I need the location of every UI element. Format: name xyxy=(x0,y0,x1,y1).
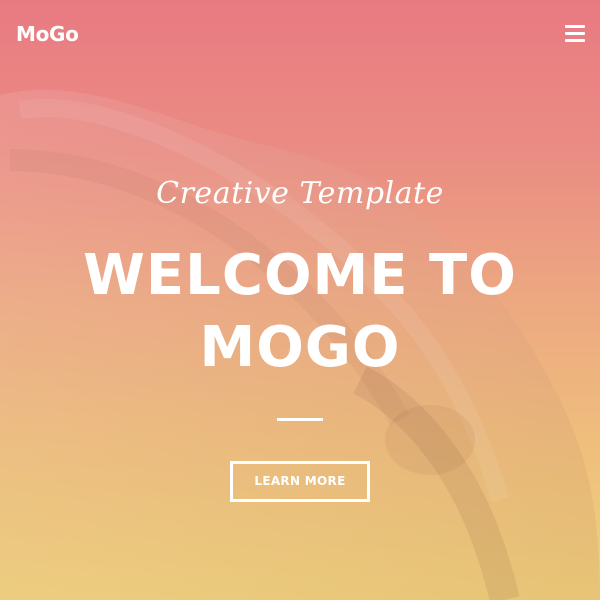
site-logo[interactable]: MoGo xyxy=(16,22,79,46)
menu-bar xyxy=(565,39,585,42)
hero-title-line2: MOGO xyxy=(199,315,401,380)
hamburger-menu-icon[interactable] xyxy=(565,25,585,43)
menu-bar xyxy=(565,25,585,28)
hero-section: MoGo Creative Template WELCOME TO MOGO L… xyxy=(0,0,600,600)
site-header: MoGo xyxy=(0,0,600,72)
learn-more-button[interactable]: LEARN MORE xyxy=(230,461,370,502)
hero-subtitle: Creative Template xyxy=(156,176,444,211)
hero-title: WELCOME TO MOGO xyxy=(0,240,600,384)
hero-divider xyxy=(277,418,323,421)
menu-bar xyxy=(565,32,585,35)
hero-title-line1: WELCOME TO xyxy=(83,243,517,308)
